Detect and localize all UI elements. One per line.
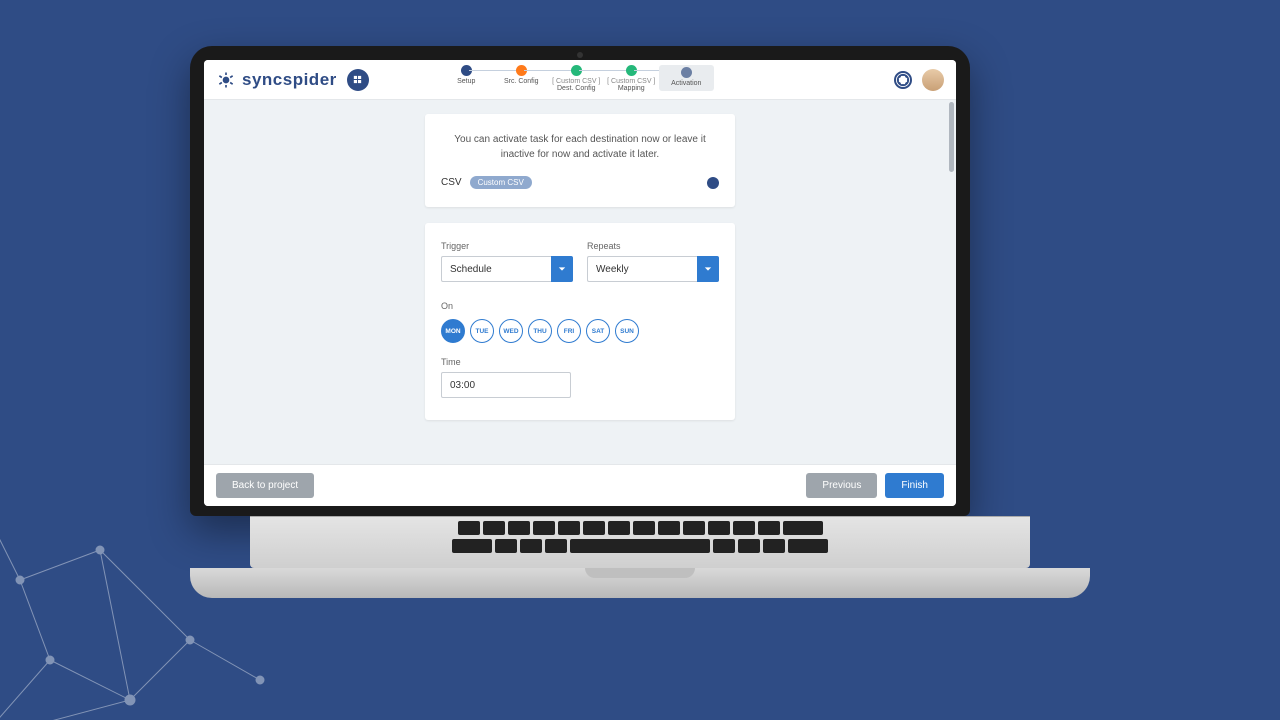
- previous-button[interactable]: Previous: [806, 473, 877, 498]
- wizard-stepper: SetupSrc. Config[ Custom CSV ]Dest. Conf…: [439, 65, 714, 93]
- step-mapping[interactable]: [ Custom CSV ]Mapping: [604, 65, 659, 93]
- destination-label: CSV: [441, 177, 462, 188]
- trigger-value: Schedule: [441, 256, 551, 282]
- finish-button[interactable]: Finish: [885, 473, 944, 498]
- step-src-config[interactable]: Src. Config: [494, 65, 549, 86]
- activation-toggle[interactable]: [707, 177, 719, 189]
- day-mon[interactable]: MON: [441, 319, 465, 343]
- repeats-label: Repeats: [587, 241, 719, 251]
- step-activation[interactable]: Activation: [659, 65, 714, 90]
- top-bar: syncspider SetupSrc. Config[ Custom CSV …: [204, 60, 956, 100]
- home-nav-icon[interactable]: [347, 69, 369, 91]
- destination-chip: Custom CSV: [470, 176, 532, 189]
- on-label: On: [441, 301, 453, 311]
- footer-bar: Back to project Previous Finish: [204, 464, 956, 506]
- time-input[interactable]: [441, 372, 571, 398]
- spider-icon: [216, 70, 236, 90]
- step-dest-config[interactable]: [ Custom CSV ]Dest. Config: [549, 65, 604, 93]
- scrollbar[interactable]: [949, 100, 954, 464]
- destination-row: CSV Custom CSV: [441, 176, 719, 189]
- repeats-select[interactable]: Weekly: [587, 256, 719, 282]
- trigger-label: Trigger: [441, 241, 573, 251]
- day-sat[interactable]: SAT: [586, 319, 610, 343]
- app-screen: syncspider SetupSrc. Config[ Custom CSV …: [204, 60, 956, 506]
- trigger-select[interactable]: Schedule: [441, 256, 573, 282]
- chevron-down-icon: [551, 256, 573, 282]
- day-fri[interactable]: FRI: [557, 319, 581, 343]
- day-selector: MONTUEWEDTHUFRISATSUN: [441, 319, 719, 343]
- activation-card: You can activate task for each destinati…: [425, 114, 735, 207]
- help-icon[interactable]: [894, 71, 912, 89]
- laptop-base: [190, 568, 1090, 598]
- user-avatar[interactable]: [922, 69, 944, 91]
- day-tue[interactable]: TUE: [470, 319, 494, 343]
- repeats-value: Weekly: [587, 256, 697, 282]
- schedule-card: Trigger Schedule Repeats Weekly: [425, 223, 735, 420]
- time-label: Time: [441, 357, 571, 367]
- laptop-mockup: syncspider SetupSrc. Config[ Custom CSV …: [190, 46, 1090, 598]
- activation-description: You can activate task for each destinati…: [441, 132, 719, 162]
- camera-dot: [577, 52, 583, 58]
- day-sun[interactable]: SUN: [615, 319, 639, 343]
- brand-text: syncspider: [242, 70, 337, 90]
- brand-logo[interactable]: syncspider: [216, 70, 337, 90]
- back-to-project-button[interactable]: Back to project: [216, 473, 314, 498]
- day-thu[interactable]: THU: [528, 319, 552, 343]
- chevron-down-icon: [697, 256, 719, 282]
- day-wed[interactable]: WED: [499, 319, 523, 343]
- laptop-keyboard: [250, 516, 1030, 568]
- main-content: You can activate task for each destinati…: [204, 100, 956, 464]
- step-setup[interactable]: Setup: [439, 65, 494, 86]
